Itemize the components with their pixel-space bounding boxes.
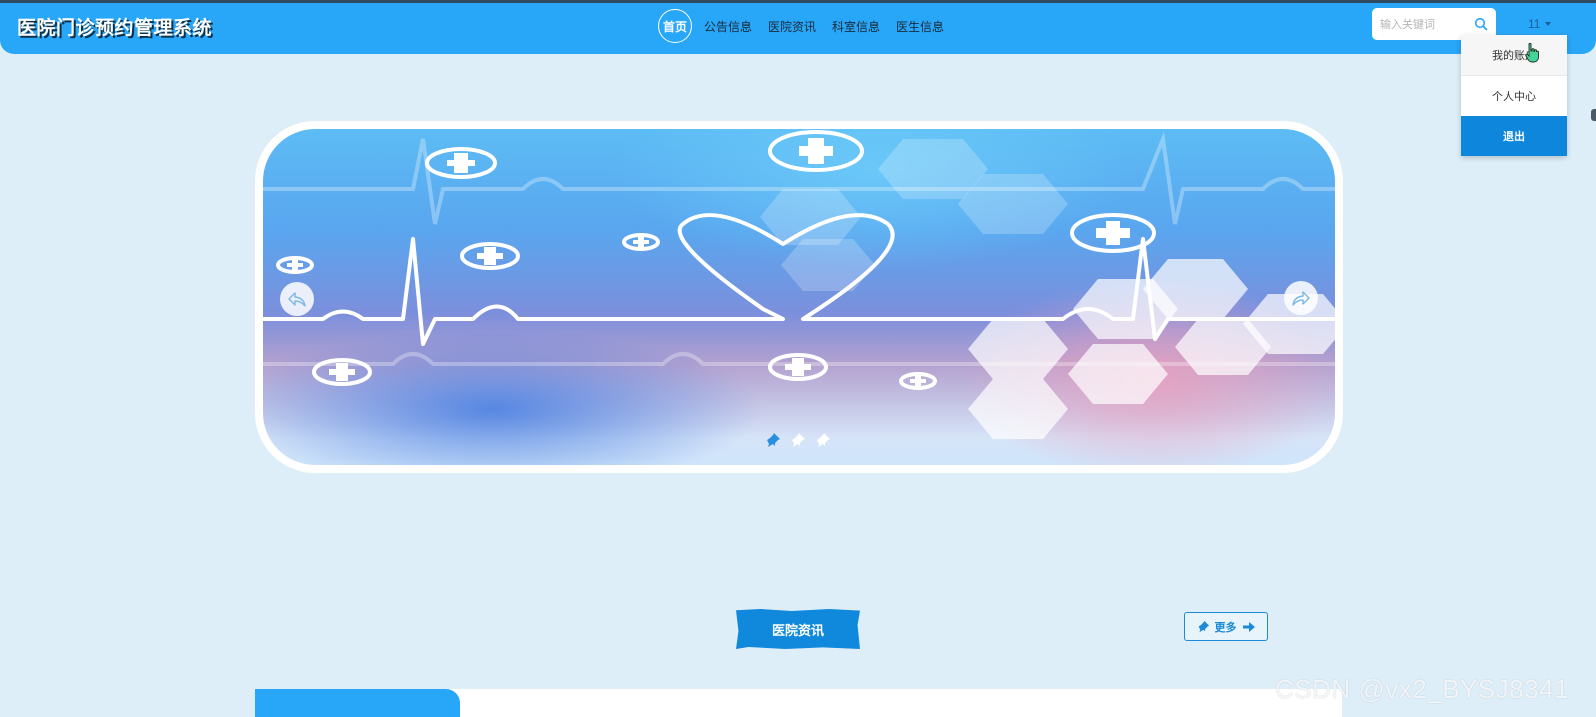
username: 11 (1528, 17, 1541, 31)
menu-my-account[interactable]: 我的账户 (1461, 35, 1567, 76)
top-navbar: 医院门诊预约管理系统 首页 公告信息 医院资讯 科室信息 医生信息 11 (0, 3, 1596, 54)
more-button[interactable]: 更多 (1184, 612, 1268, 641)
pushpin-icon (1198, 620, 1209, 633)
arrow-right-icon (1242, 621, 1255, 632)
news-content-card (255, 689, 1342, 717)
more-label: 更多 (1214, 621, 1237, 634)
carousel-next-button[interactable] (1284, 281, 1318, 315)
search-input[interactable] (1378, 16, 1470, 34)
nav-departments[interactable]: 科室信息 (832, 18, 880, 35)
reply-arrow-icon (288, 292, 306, 307)
carousel-dot-2[interactable] (790, 432, 806, 448)
pushpin-icon (817, 433, 830, 447)
pushpin-icon (792, 433, 805, 447)
nav-doctors[interactable]: 医生信息 (896, 18, 944, 35)
menu-personal-center[interactable]: 个人中心 (1461, 76, 1567, 116)
user-dropdown: 我的账户 个人中心 退出 (1461, 35, 1567, 156)
banner-artwork (263, 130, 1335, 439)
carousel-indicators (765, 432, 831, 448)
banner-slide (263, 129, 1335, 465)
news-card-tab (255, 689, 460, 717)
nav-hospital-news[interactable]: 医院资讯 (768, 18, 816, 35)
banner-carousel (255, 121, 1343, 473)
search-icon[interactable] (1474, 17, 1488, 31)
chevron-down-icon (1545, 22, 1552, 26)
share-arrow-icon (1292, 291, 1310, 306)
section-title-hospital-news: 医院资讯 (736, 609, 860, 649)
menu-logout[interactable]: 退出 (1461, 116, 1567, 156)
carousel-dot-1[interactable] (765, 432, 781, 448)
nav-announcements[interactable]: 公告信息 (704, 18, 752, 35)
nav-home[interactable]: 首页 (658, 9, 692, 43)
carousel-dot-3[interactable] (815, 432, 831, 448)
pushpin-icon (767, 433, 780, 447)
site-title: 医院门诊预约管理系统 (17, 18, 213, 39)
watermark: CSDN @vx2_BYSJ8341 (1275, 674, 1570, 704)
hand-cursor-icon (1525, 42, 1539, 68)
scrollbar-edge[interactable] (1591, 109, 1596, 121)
main-nav: 首页 公告信息 医院资讯 科室信息 医生信息 (658, 9, 960, 43)
carousel-prev-button[interactable] (280, 282, 314, 316)
user-menu-toggle[interactable]: 11 (1528, 17, 1552, 31)
